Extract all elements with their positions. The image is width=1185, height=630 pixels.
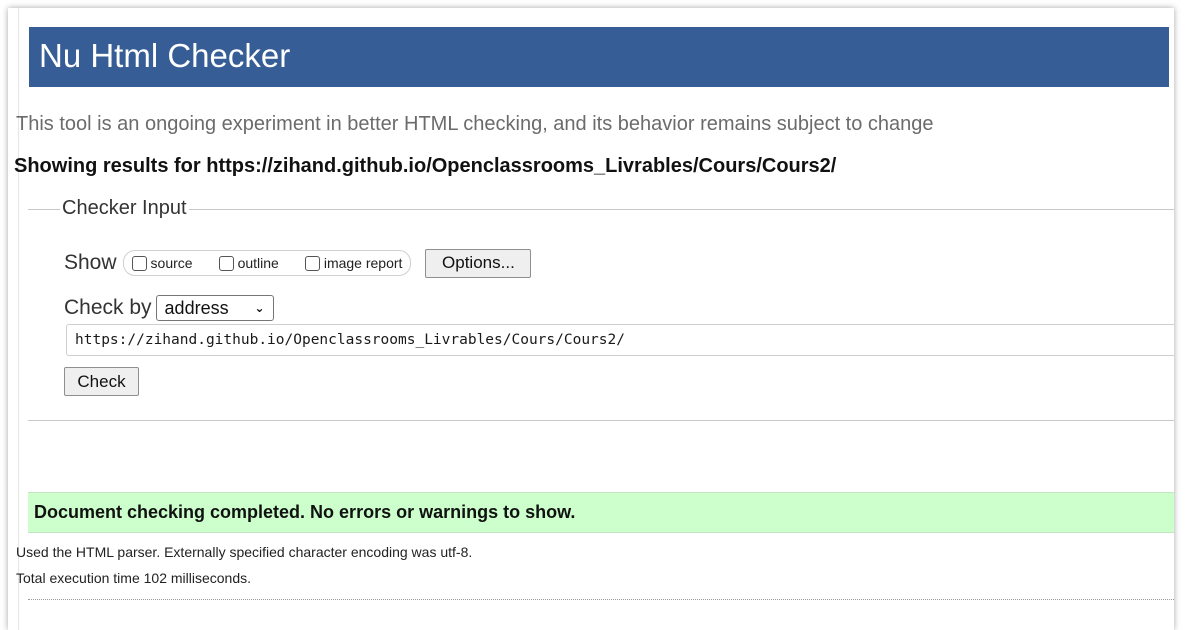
image-report-checkbox[interactable] bbox=[304, 255, 320, 271]
check-by-select[interactable]: address ⌄ bbox=[155, 295, 274, 321]
source-checkbox-label: source bbox=[150, 255, 193, 271]
show-image-report-option[interactable]: image report bbox=[304, 255, 403, 271]
execution-time: Total execution time 102 milliseconds. bbox=[16, 570, 252, 586]
source-checkbox[interactable] bbox=[131, 255, 147, 271]
show-options-group: source outline image report bbox=[122, 250, 412, 276]
options-button[interactable]: Options... bbox=[425, 248, 532, 278]
check-by-label: Check by bbox=[64, 296, 152, 319]
success-message: Document checking completed. No errors o… bbox=[28, 492, 1174, 533]
outline-checkbox[interactable] bbox=[218, 255, 234, 271]
chevron-down-icon: ⌄ bbox=[254, 301, 265, 315]
show-label: Show bbox=[64, 251, 117, 274]
check-button[interactable]: Check bbox=[64, 367, 139, 396]
check-by-selected-value: address bbox=[164, 297, 229, 318]
show-source-option[interactable]: source bbox=[131, 255, 193, 271]
check-by-row: Check by address ⌄ bbox=[64, 295, 274, 321]
show-outline-option[interactable]: outline bbox=[218, 255, 279, 271]
url-input[interactable]: https://zihand.github.io/Openclassrooms_… bbox=[66, 324, 1174, 356]
parser-info: Used the HTML parser. Externally specifi… bbox=[16, 544, 473, 560]
header-banner: Nu Html Checker bbox=[29, 27, 1169, 87]
page-title: Nu Html Checker bbox=[39, 37, 291, 74]
results-heading: Showing results for https://zihand.githu… bbox=[14, 155, 837, 177]
tool-description: This tool is an ongoing experiment in be… bbox=[16, 113, 934, 135]
outline-checkbox-label: outline bbox=[237, 255, 279, 271]
show-options-row: Show source outline image report Options… bbox=[64, 248, 532, 278]
page-left-border bbox=[18, 8, 19, 630]
checker-input-legend: Checker Input bbox=[60, 197, 189, 220]
page-frame: Nu Html Checker This tool is an ongoing … bbox=[8, 8, 1174, 630]
image-report-checkbox-label: image report bbox=[323, 255, 403, 271]
results-divider bbox=[28, 599, 1174, 600]
